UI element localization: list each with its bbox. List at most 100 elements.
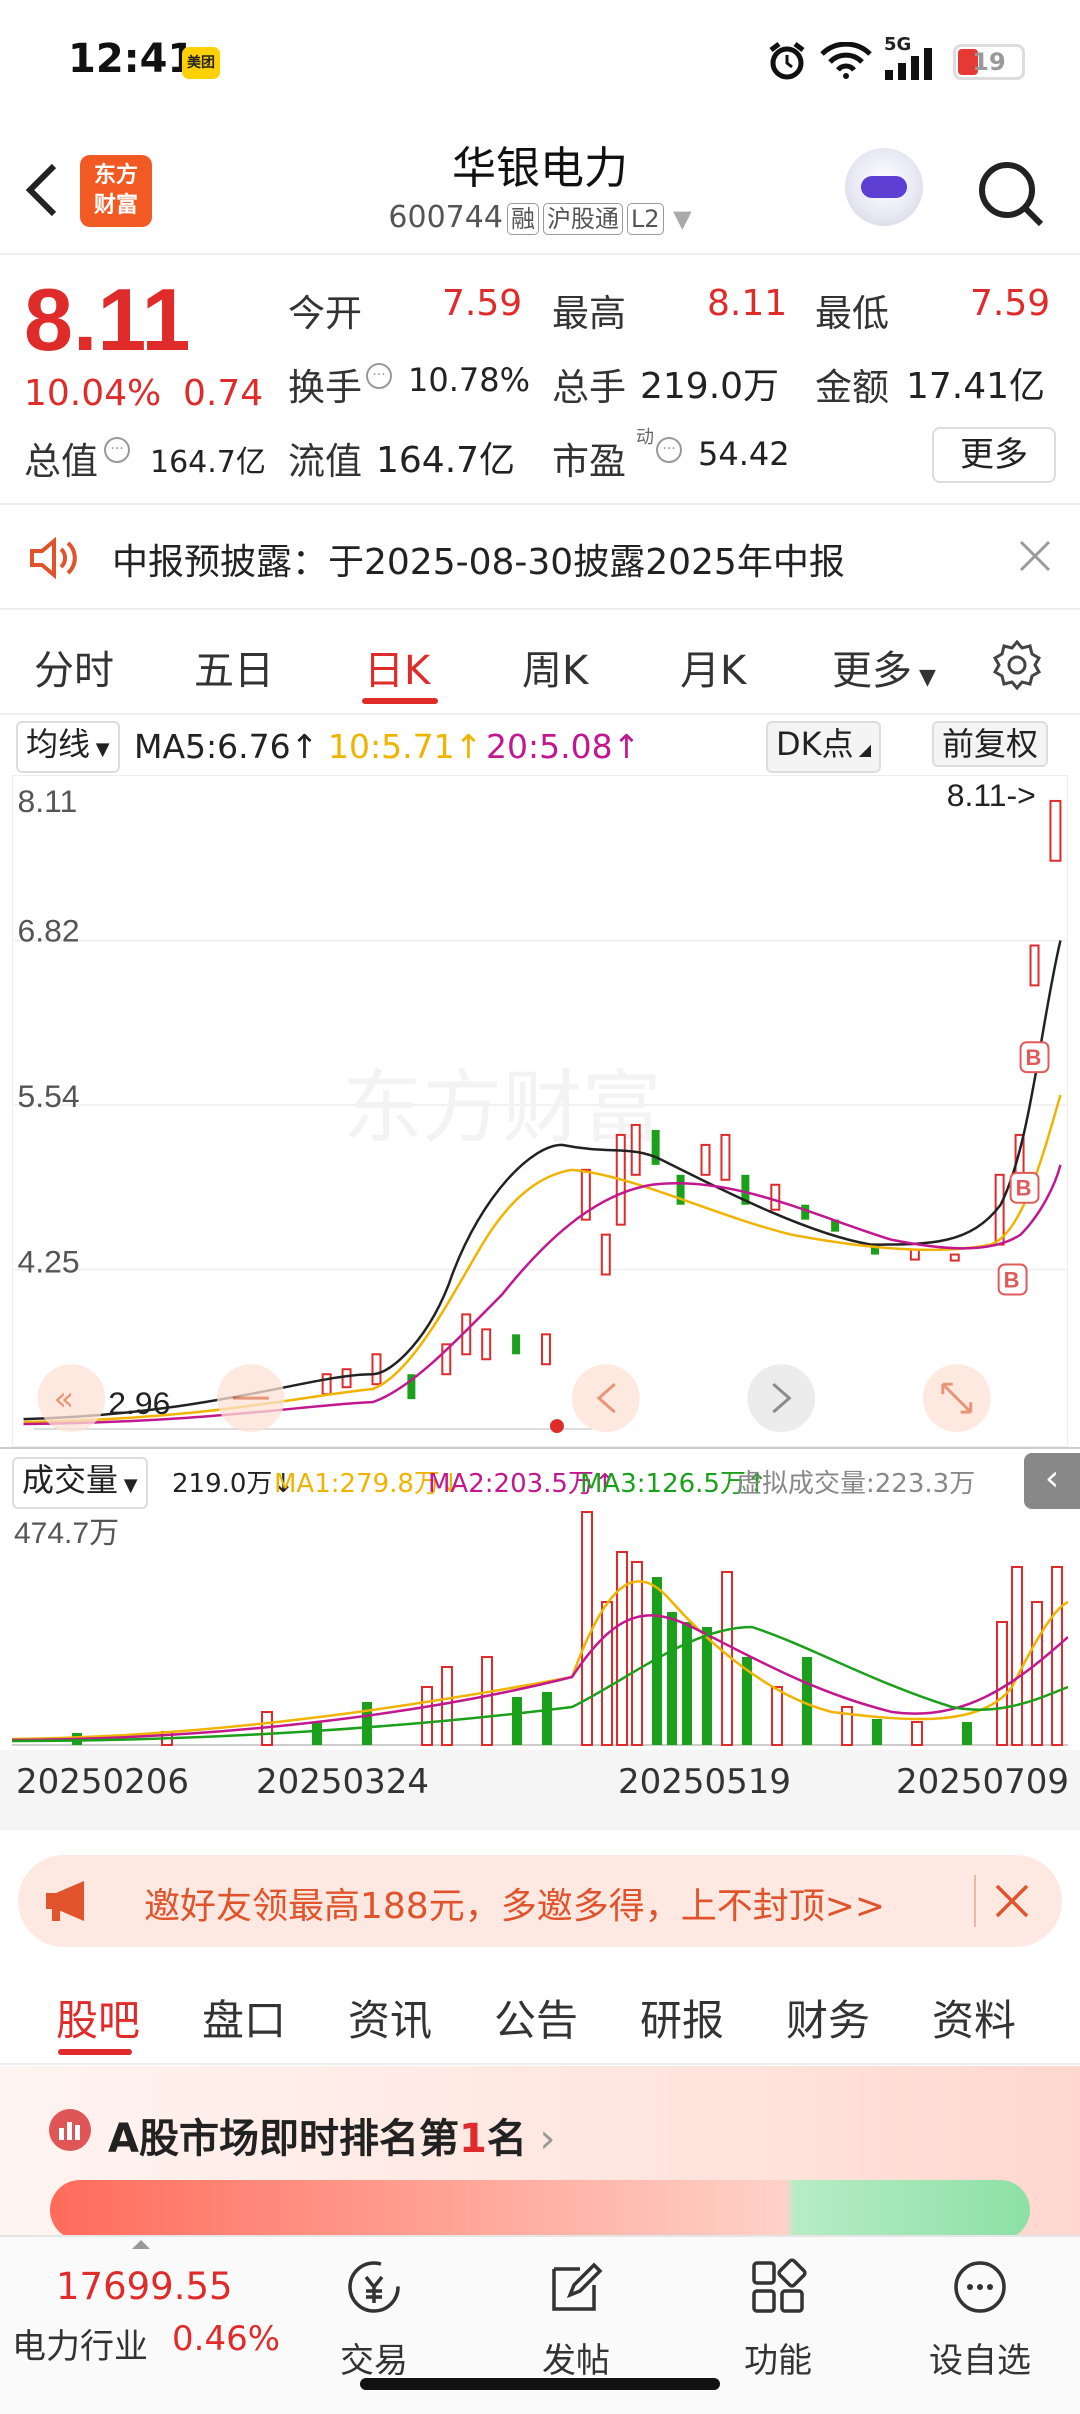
- home-indicator[interactable]: [360, 2378, 720, 2390]
- meituan-badge-icon: 美团: [182, 47, 220, 79]
- y-label-top: 8.11: [18, 783, 78, 819]
- high-value: 8.11: [707, 283, 788, 324]
- alarm-icon: [769, 42, 805, 80]
- turnover-label: 换手: [288, 366, 362, 409]
- pe-label: 市盈: [552, 440, 626, 483]
- status-time: 12:41: [68, 36, 196, 82]
- vol-max-label: 474.7万: [14, 1517, 119, 1550]
- date-label: 20250519: [618, 1762, 792, 1802]
- y-label-2: 6.82: [18, 913, 80, 949]
- invite-banner[interactable]: 邀好友领最高188元，多邀多得，上不封顶>>: [18, 1855, 1062, 1947]
- vol-ma2-line: [12, 1614, 1068, 1742]
- functions-button-label[interactable]: 功能: [708, 2333, 848, 2382]
- industry-change: 0.46%: [172, 2319, 281, 2359]
- dk-points-button[interactable]: DK点 ◢: [766, 721, 882, 773]
- rank-text: A股市场即时排名第1名 ›: [108, 2116, 556, 2162]
- tab-news[interactable]: 资讯: [348, 1987, 432, 2048]
- float-cap-label: 流值: [288, 440, 362, 483]
- collapse-arrow-icon[interactable]: ‹: [1024, 1453, 1080, 1509]
- ma-selector[interactable]: 均线 ▼: [16, 721, 120, 773]
- tab-research[interactable]: 研报: [640, 1987, 724, 2048]
- notice-bar[interactable]: 中报预披露：于2025-08-30披露2025年中报: [0, 505, 1080, 610]
- tab-forum[interactable]: 股吧: [56, 1987, 140, 2048]
- adjust-button[interactable]: 前复权: [932, 721, 1049, 767]
- watchlist-button-label[interactable]: 设自选: [910, 2333, 1050, 2382]
- content-tabs: 股吧 盘口 资讯 公告 研报 财务 资料: [0, 1965, 1080, 2065]
- tab-daily-k[interactable]: 日K: [364, 638, 430, 696]
- tab-five-day[interactable]: 五日: [194, 638, 274, 696]
- active-tab-underline: [58, 2049, 132, 2055]
- low-value: 7.59: [970, 283, 1051, 324]
- amount-label: 金额: [815, 366, 889, 409]
- connect-tag: 沪股通: [542, 203, 623, 235]
- post-icon[interactable]: [546, 2257, 606, 2317]
- margin-tag: 融: [506, 203, 539, 235]
- rank-chart-icon: [49, 2109, 91, 2151]
- active-tab-underline: [362, 698, 438, 704]
- close-icon[interactable]: [994, 1883, 1030, 1919]
- functions-grid-icon[interactable]: [748, 2257, 808, 2317]
- info-dots-icon[interactable]: ···: [366, 363, 392, 389]
- close-icon[interactable]: [1018, 539, 1052, 573]
- settings-gear-icon[interactable]: [990, 638, 1044, 692]
- tab-finance[interactable]: 财务: [786, 1987, 870, 2048]
- tab-intraday[interactable]: 分时: [34, 638, 114, 696]
- last-price-tag: 8.11->: [947, 777, 1036, 813]
- open-value: 7.59: [442, 283, 523, 324]
- volume-selector[interactable]: 成交量 ▼: [12, 1457, 148, 1509]
- virtual-volume: 虚拟成交量:223.3万: [736, 1469, 976, 1499]
- total-cap-label: 总值: [24, 440, 98, 483]
- expand-up-icon[interactable]: [130, 2237, 152, 2251]
- date-label: 20250709: [896, 1762, 1070, 1802]
- current-date-dot: [549, 1419, 564, 1434]
- search-icon[interactable]: [975, 158, 1047, 230]
- pe-dynamic-superscript: 动: [636, 427, 654, 448]
- index-value[interactable]: 17699.55: [56, 2265, 233, 2308]
- tab-more[interactable]: 更多 ▼: [832, 638, 936, 696]
- tab-monthly-k[interactable]: 月K: [680, 638, 746, 696]
- scroll-right-button: [747, 1364, 816, 1433]
- ma10-value: 10:5.71↑: [328, 727, 483, 766]
- kline-chart[interactable]: 东方财富 8.11 6.82 5.54 4.25 8.11-> 2.96 B B…: [12, 775, 1068, 1447]
- assistant-robot-icon[interactable]: [845, 148, 923, 226]
- info-dots-icon[interactable]: ···: [104, 437, 130, 463]
- turnover-value: 10.78%: [408, 361, 531, 399]
- volume-value: 219.0万: [640, 366, 780, 407]
- speaker-icon: [30, 536, 77, 580]
- industry-name[interactable]: 电力行业: [12, 2319, 148, 2368]
- y-label-3: 5.54: [18, 1078, 80, 1114]
- scroll-left-button: [571, 1364, 640, 1433]
- ma5-value: MA5:6.76↑: [134, 727, 319, 766]
- open-label: 今开: [288, 292, 362, 335]
- tab-orderbook[interactable]: 盘口: [202, 1987, 286, 2048]
- status-bar: 12:41 美团 5G 19: [0, 0, 1080, 120]
- wifi-icon: [820, 42, 872, 79]
- svg-text:B: B: [1026, 1045, 1042, 1070]
- watermark: 东方财富: [343, 1061, 662, 1154]
- high-label: 最高: [552, 292, 626, 335]
- info-dots-icon[interactable]: ···: [656, 437, 682, 463]
- rank-progress-bar: [50, 2180, 1030, 2240]
- battery-icon: 19: [953, 44, 1025, 80]
- stock-code: 600744: [388, 200, 503, 235]
- total-cap-value: 164.7亿: [150, 445, 266, 480]
- change-percent: 10.04%: [24, 373, 162, 414]
- divider: [974, 1875, 976, 1927]
- stock-header: 东方财富 华银电力 600744 融沪股通 L2 ▼: [0, 120, 1080, 255]
- float-cap-value: 164.7亿: [376, 440, 516, 481]
- notice-text: 中报预披露：于2025-08-30披露2025年中报: [112, 542, 845, 583]
- post-button-label[interactable]: 发帖: [506, 2333, 646, 2382]
- last-price: 8.11: [24, 270, 191, 369]
- dropdown-triangle-icon[interactable]: ▼: [673, 205, 691, 233]
- svg-text:«: «: [53, 1379, 74, 1418]
- tab-weekly-k[interactable]: 周K: [522, 638, 588, 696]
- tab-announcements[interactable]: 公告: [494, 1987, 578, 2048]
- ma20-line: [23, 1164, 1062, 1426]
- tab-profile[interactable]: 资料: [932, 1987, 1016, 2048]
- signal-icon: [885, 48, 932, 80]
- trade-button-label[interactable]: 交易: [304, 2333, 444, 2382]
- watchlist-icon[interactable]: [950, 2257, 1010, 2317]
- more-quote-button[interactable]: 更多: [932, 427, 1056, 483]
- trade-icon[interactable]: [344, 2257, 404, 2317]
- volume-chart[interactable]: 474.7万: [12, 1507, 1068, 1747]
